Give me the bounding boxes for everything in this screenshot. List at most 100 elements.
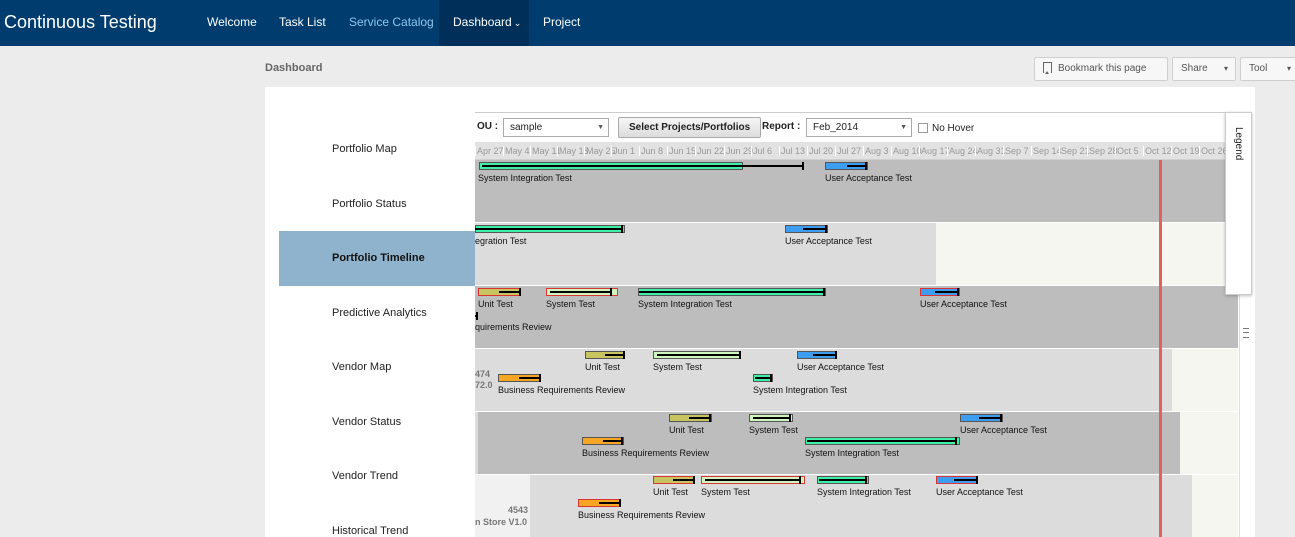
- date-tick: Aug 31: [975, 146, 1006, 156]
- date-tick: Jul 20: [807, 146, 834, 156]
- share-button[interactable]: Share ▾: [1172, 57, 1236, 81]
- task-label: System Integration Test: [817, 487, 911, 497]
- task-progress: [847, 162, 867, 170]
- task-label: Business Requirements Review: [582, 448, 710, 458]
- side-item-vendor-trend[interactable]: Vendor Trend: [279, 449, 475, 504]
- dropdown-arrow-icon: ▼: [597, 124, 604, 131]
- row-background-future: [1172, 349, 1238, 411]
- task-progress: [689, 414, 711, 422]
- date-tick: Jul 13: [779, 146, 806, 156]
- dropdown-arrow-icon: ▼: [900, 124, 907, 131]
- task-progress: [673, 476, 695, 484]
- no-hover-checkbox[interactable]: [918, 123, 928, 133]
- date-tick: Oct 19: [1171, 146, 1200, 156]
- side-item-predictive-analytics[interactable]: Predictive Analytics: [279, 286, 475, 341]
- nav-welcome[interactable]: Welcome: [193, 0, 271, 46]
- date-tick: Apr 27: [475, 146, 504, 156]
- date-tick: Jul 27: [835, 146, 862, 156]
- project-id: 474: [475, 369, 491, 379]
- task-label: Unit Test: [585, 362, 620, 372]
- task-progress: [954, 476, 978, 484]
- task-progress: [603, 437, 623, 445]
- nav-project[interactable]: Project: [529, 0, 594, 46]
- timeline-row: egration Test User Acceptance Test: [475, 223, 1238, 286]
- timeline-controls: OU : sample ▼ Select Projects/Portfolios …: [475, 112, 1238, 142]
- date-tick: Aug 3: [863, 146, 889, 156]
- date-tick: Aug 24: [947, 146, 978, 156]
- legend-label: Legend: [1233, 127, 1244, 161]
- nav-task-list[interactable]: Task List: [265, 0, 340, 46]
- report-select[interactable]: Feb_2014 ▼: [806, 118, 912, 137]
- task-label: Business Requirements Review: [498, 385, 626, 395]
- scrollbar-grip-icon[interactable]: [1243, 328, 1249, 338]
- task-label: User Acceptance Test: [936, 487, 1023, 497]
- project-version: n Store V1.0: [475, 517, 528, 527]
- no-hover-label: No Hover: [932, 123, 975, 134]
- task-progress: [819, 476, 867, 484]
- nav-dashboard[interactable]: Dashboard ⌄: [439, 0, 529, 46]
- top-nav-bar: Continuous Testing Welcome Task List Ser…: [0, 0, 1295, 46]
- page-title: Dashboard: [265, 62, 323, 74]
- task-progress: [753, 414, 791, 422]
- side-item-historical-trend[interactable]: Historical Trend: [279, 504, 475, 537]
- ou-value: sample: [510, 122, 543, 133]
- task-progress: [475, 312, 478, 320]
- timeline-row: System Integration Test User Acceptance …: [475, 160, 1238, 223]
- date-tick: Jun 22: [695, 146, 725, 156]
- row-background-future: [936, 223, 1238, 285]
- side-item-portfolio-timeline[interactable]: Portfolio Timeline: [279, 231, 475, 286]
- task-progress: [605, 351, 625, 359]
- side-item-vendor-map[interactable]: Vendor Map: [279, 340, 475, 395]
- task-progress: [482, 162, 804, 170]
- nav-dashboard-label: Dashboard: [453, 15, 512, 29]
- report-label: Report :: [762, 121, 801, 132]
- date-tick: Jun 1: [611, 146, 636, 156]
- date-tick: Sep 7: [1003, 146, 1029, 156]
- tool-label: Tool: [1249, 63, 1268, 74]
- date-tick: Sep 28: [1087, 146, 1118, 156]
- date-tick: Sep 14: [1031, 146, 1062, 156]
- task-label: egration Test: [475, 236, 527, 246]
- bookmark-button[interactable]: Bookmark this page: [1034, 57, 1168, 81]
- task-label: System Test: [653, 362, 702, 372]
- select-projects-button[interactable]: Select Projects/Portfolios: [618, 117, 762, 138]
- task-progress: [755, 374, 772, 382]
- bookmark-icon: [1043, 62, 1052, 74]
- legend-tab[interactable]: Legend: [1225, 112, 1252, 295]
- date-tick: May 4: [503, 146, 530, 156]
- task-progress: [499, 288, 521, 296]
- timeline-row: 474 72.0 Unit Test System Test User Acce…: [475, 349, 1238, 412]
- timeline-row: 4543 n Store V1.0 Unit Test System Test …: [475, 475, 1238, 537]
- nav-service-catalog[interactable]: Service Catalog: [335, 0, 448, 46]
- app-title[interactable]: Continuous Testing: [4, 12, 157, 33]
- side-item-portfolio-map[interactable]: Portfolio Map: [279, 122, 475, 177]
- row-background: [530, 475, 1192, 537]
- task-progress: [813, 351, 837, 359]
- task-label: User Acceptance Test: [797, 362, 884, 372]
- date-tick: Jun 8: [639, 146, 664, 156]
- task-label: User Acceptance Test: [920, 299, 1007, 309]
- task-label: System Integration Test: [805, 448, 899, 458]
- project-version: 72.0: [475, 380, 493, 390]
- task-progress: [935, 288, 959, 296]
- task-label: System Test: [749, 425, 798, 435]
- date-tick: Jun 29: [724, 146, 754, 156]
- share-label: Share: [1181, 63, 1208, 74]
- date-tick: Jun 15: [667, 146, 697, 156]
- task-label: System Integration Test: [478, 173, 572, 183]
- task-progress: [599, 499, 621, 507]
- dashboard-side-menu: Portfolio Map Portfolio Status Portfolio…: [279, 122, 475, 537]
- task-label: Business Requirements Review: [578, 510, 706, 520]
- task-label: quirements Review: [475, 322, 552, 332]
- task-progress: [519, 374, 541, 382]
- side-item-portfolio-status[interactable]: Portfolio Status: [279, 177, 475, 232]
- timeline-date-axis: Apr 27 May 4 May 11 May 18 May 25 Jun 1 …: [475, 142, 1238, 160]
- side-item-vendor-status[interactable]: Vendor Status: [279, 395, 475, 450]
- task-label: System Test: [546, 299, 595, 309]
- tool-button[interactable]: Tool ▾: [1240, 57, 1295, 81]
- date-tick: Oct 12: [1143, 146, 1172, 156]
- chevron-down-icon: ▾: [1286, 64, 1291, 73]
- row-background-future: [1192, 475, 1238, 537]
- date-tick: Aug 17: [919, 146, 950, 156]
- ou-select[interactable]: sample ▼: [503, 118, 609, 137]
